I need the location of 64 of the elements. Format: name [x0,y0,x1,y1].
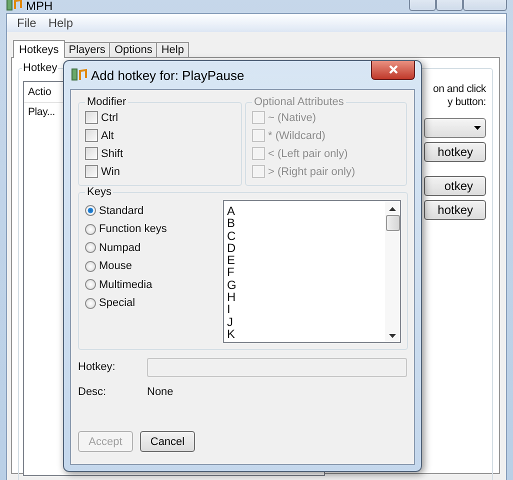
radio-label: Mouse [99,260,132,272]
checkbox[interactable] [85,165,98,178]
close-icon [388,65,398,74]
dialog-button[interactable]: Cancel [140,431,195,452]
hotkey-button[interactable]: hotkey [424,142,486,162]
radio-button[interactable] [85,260,96,272]
group-title: Hotkey [22,62,58,74]
checkbox-label: ~ (Native) [268,112,316,124]
radio-button[interactable] [85,242,96,254]
menu-item[interactable]: File [11,16,42,30]
close-button[interactable] [371,60,415,80]
list-item[interactable]: B [227,217,382,230]
checkbox[interactable] [85,129,98,142]
radio-button[interactable] [85,298,96,309]
radio-label: Multimedia [99,278,152,291]
list-item[interactable]: F [227,266,382,279]
checkbox-label: Win [101,166,120,178]
dialog-title: Add hotkey for: PlayPause [91,68,244,82]
up-arrow-icon [389,207,396,211]
window-title: MPH [26,0,53,12]
radio-label: Function keys [99,223,167,236]
menu-item[interactable]: Help [42,16,80,30]
radio-button[interactable] [85,279,96,290]
list-item[interactable]: C [227,230,382,242]
list-item[interactable]: D [227,242,382,254]
hotkey-button[interactable]: otkey [424,176,486,196]
field-label: Desc: [78,386,108,398]
radio-button[interactable] [85,205,96,216]
tab[interactable]: Options [109,42,158,57]
list-item[interactable]: K [227,328,382,340]
checkbox-label: Alt [101,130,114,142]
tab[interactable]: Players [64,42,110,57]
checkbox-label: < (Left pair only) [268,148,348,160]
checkbox-label: Shift [101,148,124,160]
tab[interactable]: Hotkeys [13,40,65,58]
tab[interactable]: Help [156,42,189,57]
list-item[interactable]: H [227,291,382,304]
radio-label: Numpad [99,242,141,254]
checkbox-label: * (Wildcard) [268,130,326,142]
list-item[interactable]: J [227,316,382,328]
hotkey-button[interactable]: hotkey [424,200,486,220]
app-icon [71,68,87,82]
radio-label: Special [99,297,136,310]
list-item[interactable]: E [227,254,382,266]
list-item[interactable]: I [227,303,382,316]
group-title: Keys [86,186,112,198]
list-item[interactable]: G [227,278,382,292]
hotkey-field[interactable] [147,358,407,376]
app-icon [6,0,22,11]
checkbox-label: > (Right pair only) [268,166,356,178]
field-label: Hotkey: [78,361,116,373]
scrollbar[interactable] [385,201,400,342]
checkbox[interactable] [85,147,98,160]
radio-label: Standard [99,204,144,216]
radio-button[interactable] [85,224,96,235]
checkbox[interactable] [85,111,98,124]
dropdown[interactable] [424,118,486,138]
list-item[interactable]: A [227,205,382,218]
caret-icon [474,126,481,130]
desc-value: None [147,386,174,398]
instruction-text: on and click y button: [432,83,486,109]
checkbox-label: Ctrl [101,112,118,124]
scroll-thumb[interactable] [386,215,400,231]
down-arrow-icon [389,334,396,338]
